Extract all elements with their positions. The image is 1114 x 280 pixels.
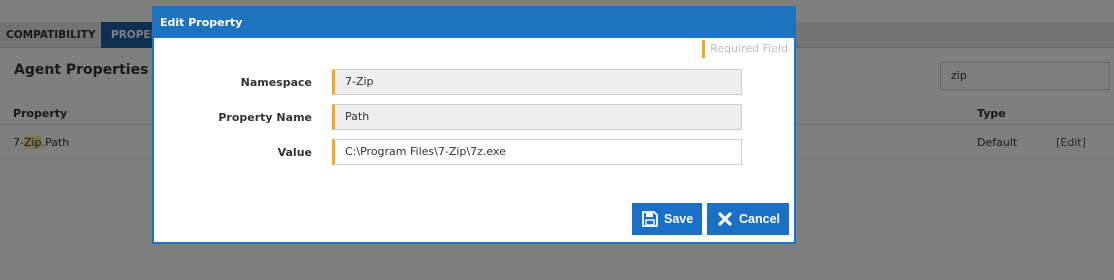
value-label: Value [277,146,312,159]
cancel-label: Cancel [739,212,780,226]
save-button[interactable]: Save [632,203,702,235]
edit-property-dialog: Edit Property Required Field Namespace 7… [152,6,796,244]
namespace-field: 7-Zip [332,69,742,95]
dialog-title: Edit Property [154,8,794,38]
property-name-field: Path [332,104,742,130]
namespace-label: Namespace [240,76,312,89]
floppy-disk-icon [642,211,658,227]
required-field-legend: Required Field [702,40,788,58]
save-label: Save [664,212,694,226]
property-name-label: Property Name [218,111,312,124]
value-field[interactable]: C:\Program Files\7-Zip\7z.exe [332,139,742,165]
cancel-button[interactable]: Cancel [707,203,789,235]
x-icon [717,211,733,227]
